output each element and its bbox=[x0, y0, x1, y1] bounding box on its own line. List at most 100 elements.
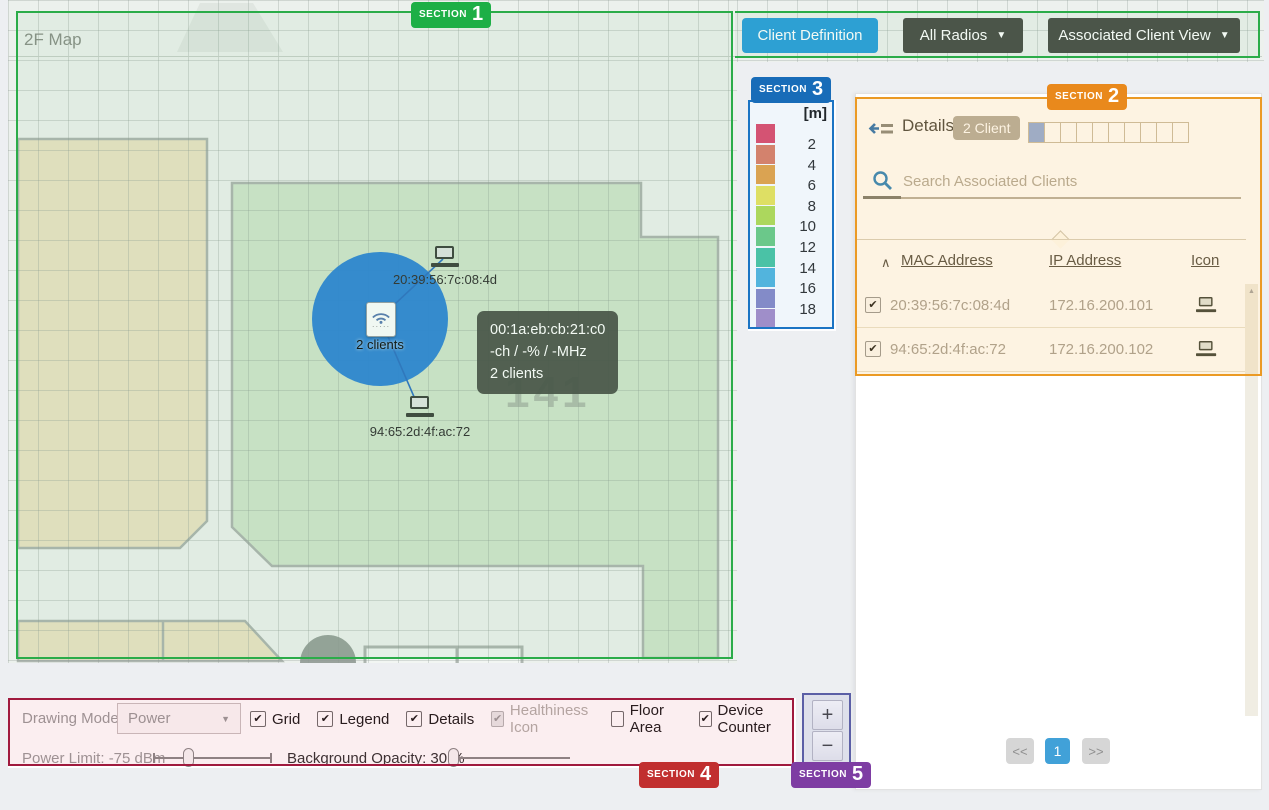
ap-ports-dots: ····· bbox=[372, 324, 390, 329]
legend-tick-label: 10 bbox=[782, 218, 816, 235]
legend-tick-label: 16 bbox=[782, 280, 816, 297]
tooltip-mac: 00:1a:eb:cb:21:c0 bbox=[490, 320, 605, 342]
chevron-down-icon: ▼ bbox=[1220, 30, 1230, 41]
power-limit-slider[interactable] bbox=[153, 757, 272, 759]
map-controls-bar: Drawing Mode: Power ▼ ✔Grid✔Legend✔Detai… bbox=[8, 698, 796, 768]
zoom-in-button[interactable]: + bbox=[812, 700, 843, 730]
laptop-icon[interactable] bbox=[431, 246, 459, 267]
legend-swatch bbox=[756, 206, 775, 225]
laptop-screen bbox=[1199, 341, 1213, 350]
search-icon bbox=[872, 170, 893, 191]
drawing-mode-label: Drawing Mode: bbox=[22, 710, 123, 727]
associated-client-view-label: Associated Client View bbox=[1058, 27, 1210, 44]
room-beige-upper bbox=[18, 139, 207, 548]
background-opacity-slider[interactable] bbox=[448, 757, 570, 759]
laptop-base bbox=[1196, 353, 1216, 356]
progress-segment bbox=[1093, 122, 1109, 143]
topbar-divider bbox=[8, 56, 1262, 57]
legend-tick-label: 6 bbox=[782, 177, 816, 194]
row-checkbox[interactable]: ✔ bbox=[865, 297, 881, 313]
legend-swatch bbox=[756, 248, 775, 267]
all-radios-dropdown[interactable]: All Radios ▼ bbox=[903, 18, 1023, 53]
search-underline-accent bbox=[863, 196, 901, 199]
row-mac-address: 94:65:2d:4f:ac:72 bbox=[890, 341, 1006, 358]
legend-tick-label: 14 bbox=[782, 260, 816, 277]
chevron-down-icon: ▼ bbox=[996, 30, 1006, 41]
details-panel: Details 2 Client Search Associated Clien… bbox=[855, 93, 1262, 790]
checkbox-label: Legend bbox=[339, 711, 389, 728]
checkbox[interactable]: ✔ bbox=[406, 711, 422, 727]
client-mac-label: 94:65:2d:4f:ac:72 bbox=[345, 424, 495, 439]
search-input[interactable]: Search Associated Clients bbox=[903, 173, 1077, 190]
slider-thumb[interactable] bbox=[183, 748, 194, 767]
column-header-icon[interactable]: Icon bbox=[1191, 252, 1219, 269]
row-checkbox[interactable]: ✔ bbox=[865, 341, 881, 357]
progress-segment bbox=[1173, 122, 1189, 143]
dome-shape bbox=[300, 635, 356, 663]
distance-legend: [m] 24681012141618 bbox=[748, 100, 836, 331]
checkbox[interactable]: ✔ bbox=[317, 711, 333, 727]
legend-unit-label: [m] bbox=[804, 105, 827, 122]
drawing-mode-select[interactable]: Power ▼ bbox=[117, 703, 241, 734]
map-title: 2F Map bbox=[24, 30, 82, 50]
option-device-counter[interactable]: ✔Device Counter bbox=[699, 702, 796, 736]
column-header-ip[interactable]: IP Address bbox=[1049, 252, 1121, 269]
option-grid[interactable]: ✔Grid bbox=[250, 711, 300, 728]
option-floor-area[interactable]: Floor Area bbox=[611, 702, 682, 736]
checkbox[interactable]: ✔ bbox=[250, 711, 266, 727]
laptop-screen bbox=[1199, 297, 1213, 306]
progress-segment bbox=[1077, 122, 1093, 143]
option-legend[interactable]: ✔ Legend bbox=[317, 711, 389, 728]
access-point-icon[interactable]: ····· bbox=[366, 302, 396, 337]
ap-client-count-label: 2 clients bbox=[330, 337, 430, 352]
scrollbar[interactable]: ▲ bbox=[1245, 284, 1258, 716]
pagination-page-button[interactable]: 1 bbox=[1045, 738, 1070, 764]
legend-swatch bbox=[756, 268, 775, 287]
associated-client-view-dropdown[interactable]: Associated Client View ▼ bbox=[1048, 18, 1240, 53]
details-title: Details bbox=[902, 116, 954, 136]
ap-tooltip: 00:1a:eb:cb:21:c0 -ch / -% / -MHz 2 clie… bbox=[477, 311, 618, 394]
sort-ascending-icon[interactable]: ∧ bbox=[881, 255, 891, 271]
row-ip-address: 172.16.200.101 bbox=[1049, 297, 1153, 314]
pagination-prev-button[interactable]: << bbox=[1006, 738, 1034, 764]
legend-swatch bbox=[756, 186, 775, 205]
client-count-badge: 2 Client bbox=[953, 116, 1020, 140]
back-arrow-icon[interactable] bbox=[868, 120, 894, 137]
background-opacity-label: Background Opacity: 30 % bbox=[287, 750, 465, 767]
search-underline bbox=[863, 197, 1241, 199]
row-ip-address: 172.16.200.102 bbox=[1049, 341, 1153, 358]
slider-thumb[interactable] bbox=[448, 748, 459, 767]
legend-swatch bbox=[756, 124, 775, 143]
drawing-mode-value: Power bbox=[128, 710, 171, 727]
checkbox[interactable]: ✔ bbox=[699, 711, 712, 727]
legend-swatch bbox=[756, 309, 775, 328]
table-row[interactable]: ✔ 20:39:56:7c:08:4d 172.16.200.101 bbox=[856, 284, 1246, 328]
legend-swatch bbox=[756, 145, 775, 164]
stairwell-shape bbox=[177, 3, 283, 52]
capacity-progress-bar bbox=[1028, 122, 1189, 143]
checkbox: ✔ bbox=[491, 711, 504, 727]
legend-tick-label: 12 bbox=[782, 239, 816, 256]
client-mac-label: 20:39:56:7c:08:4d bbox=[370, 272, 520, 287]
row-mac-address: 20:39:56:7c:08:4d bbox=[890, 297, 1010, 314]
table-row[interactable]: ✔ 94:65:2d:4f:ac:72 172.16.200.102 bbox=[856, 328, 1246, 372]
slider-start-tick bbox=[153, 753, 155, 763]
laptop-icon[interactable] bbox=[406, 396, 434, 417]
client-definition-button[interactable]: Client Definition bbox=[742, 18, 878, 53]
legend-tick-label: 18 bbox=[782, 301, 816, 318]
scrollbar-up-icon[interactable]: ▲ bbox=[1248, 288, 1255, 295]
option-details[interactable]: ✔Details bbox=[406, 711, 474, 728]
checkbox[interactable] bbox=[611, 711, 624, 727]
pagination-next-button[interactable]: >> bbox=[1082, 738, 1110, 764]
legend-tick-label: 4 bbox=[782, 157, 816, 174]
zoom-out-button[interactable]: − bbox=[812, 731, 843, 761]
tooltip-radio-info: -ch / -% / -MHz bbox=[490, 342, 605, 364]
chevron-down-icon: ▼ bbox=[221, 714, 230, 724]
room-beige-lower bbox=[18, 621, 282, 661]
table-outline bbox=[365, 647, 522, 663]
table-top-divider bbox=[856, 239, 1246, 240]
legend-tick-label: 8 bbox=[782, 198, 816, 215]
progress-segment bbox=[1141, 122, 1157, 143]
column-header-mac[interactable]: MAC Address bbox=[901, 252, 993, 269]
legend-swatch bbox=[756, 227, 775, 246]
